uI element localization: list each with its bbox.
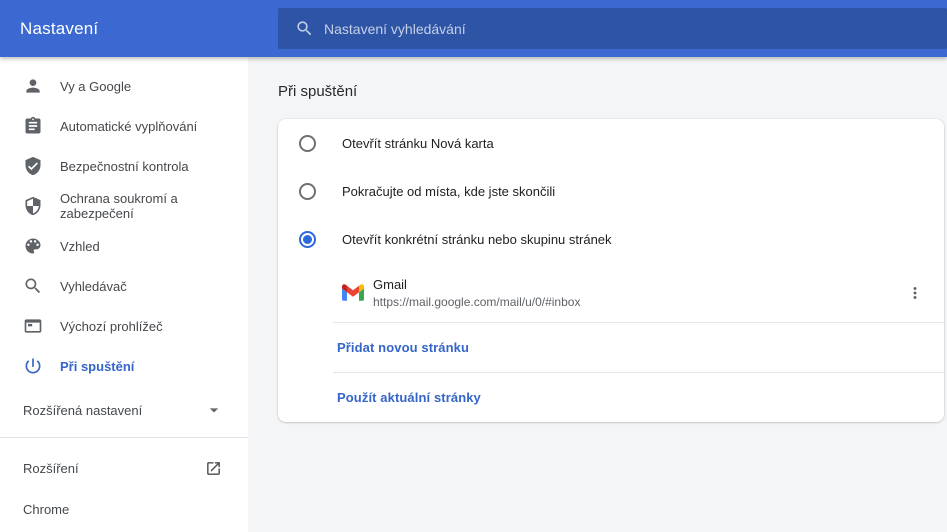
radio-button-unchecked[interactable] xyxy=(299,134,316,152)
radio-button-unchecked[interactable] xyxy=(299,182,316,200)
use-current-pages-label: Použít aktuální stránky xyxy=(337,390,481,405)
sidebar-item-privacy[interactable]: Ochrana soukromí a zabezpečení xyxy=(0,186,248,226)
option-label: Otevřít konkrétní stránku nebo skupinu s… xyxy=(342,231,612,247)
browser-window-icon xyxy=(23,316,43,336)
page-title: Nastavení xyxy=(20,18,99,38)
power-icon xyxy=(23,356,43,376)
sidebar-item-chrome[interactable]: Chrome xyxy=(0,489,248,529)
sidebar-item-label: Automatické vyplňování xyxy=(60,118,198,134)
settings-sidebar: Vy a Google Automatické vyplňování Bezpe… xyxy=(0,57,248,532)
sidebar-item-label: Při spuštění xyxy=(60,358,135,374)
sidebar-item-label: Vyhledávač xyxy=(60,278,127,294)
palette-icon xyxy=(23,236,43,256)
sidebar-advanced-settings[interactable]: Rozšířená nastavení xyxy=(0,390,248,430)
sidebar-item-label: Vzhled xyxy=(60,238,100,254)
add-new-page-label: Přidat novou stránku xyxy=(337,340,470,355)
chrome-label: Chrome xyxy=(23,501,70,517)
advanced-settings-label: Rozšířená nastavení xyxy=(23,402,143,418)
sidebar-item-extensions[interactable]: Rozšíření xyxy=(0,448,248,488)
open-in-new-icon xyxy=(205,460,222,477)
settings-header: Nastavení xyxy=(0,0,947,57)
extensions-label: Rozšíření xyxy=(23,460,79,476)
sidebar-item-safety-check[interactable]: Bezpečnostní kontrola xyxy=(0,146,248,186)
option-label: Pokračujte od místa, kde jste skončili xyxy=(342,183,556,199)
startup-page-title: Gmail xyxy=(373,276,407,292)
search-input[interactable] xyxy=(324,20,947,37)
sidebar-item-appearance[interactable]: Vzhled xyxy=(0,226,248,266)
sidebar-item-default-browser[interactable]: Výchozí prohlížeč xyxy=(0,306,248,346)
sidebar-item-label: Bezpečnostní kontrola xyxy=(60,158,189,174)
autofill-clipboard-icon xyxy=(23,116,43,136)
person-icon xyxy=(23,76,43,96)
sidebar-item-label: Výchozí prohlížeč xyxy=(60,318,163,334)
startup-page-info: Gmail https://mail.google.com/mail/u/0/#… xyxy=(373,277,580,309)
option-continue-where-left-off[interactable]: Pokračujte od místa, kde jste skončili xyxy=(278,167,944,215)
security-shield-icon xyxy=(23,196,43,216)
section-title: Při spuštění xyxy=(278,83,358,100)
sidebar-item-autofill[interactable]: Automatické vyplňování xyxy=(0,106,248,146)
more-vert-icon xyxy=(906,284,924,302)
shield-check-icon xyxy=(23,156,43,176)
option-open-new-tab[interactable]: Otevřít stránku Nová karta xyxy=(278,119,944,167)
on-startup-card: Otevřít stránku Nová karta Pokračujte od… xyxy=(278,119,944,422)
sidebar-divider xyxy=(0,437,248,438)
main-content: Při spuštění Otevřít stránku Nová karta … xyxy=(248,57,947,532)
use-current-pages-button[interactable]: Použít aktuální stránky xyxy=(278,373,944,422)
startup-page-row: Gmail https://mail.google.com/mail/u/0/#… xyxy=(278,263,944,322)
sidebar-item-label: Ochrana soukromí a zabezpečení xyxy=(60,191,178,221)
add-new-page-button[interactable]: Přidat novou stránku xyxy=(278,323,944,372)
sidebar-item-on-startup[interactable]: Při spuštění xyxy=(0,346,248,386)
gmail-icon xyxy=(342,284,364,301)
startup-page-url: https://mail.google.com/mail/u/0/#inbox xyxy=(373,294,581,309)
sidebar-item-label: Vy a Google xyxy=(60,78,132,94)
chevron-down-icon xyxy=(204,400,224,420)
search-icon xyxy=(23,276,43,296)
sidebar-item-you-and-google[interactable]: Vy a Google xyxy=(0,66,248,106)
sidebar-item-search-engine[interactable]: Vyhledávač xyxy=(0,266,248,306)
search-icon xyxy=(295,19,314,38)
option-label: Otevřít stránku Nová karta xyxy=(342,135,494,151)
settings-search-bar[interactable] xyxy=(278,8,947,49)
more-actions-button[interactable] xyxy=(897,275,933,311)
option-open-specific-pages[interactable]: Otevřít konkrétní stránku nebo skupinu s… xyxy=(278,215,944,263)
radio-button-checked[interactable] xyxy=(299,230,316,248)
